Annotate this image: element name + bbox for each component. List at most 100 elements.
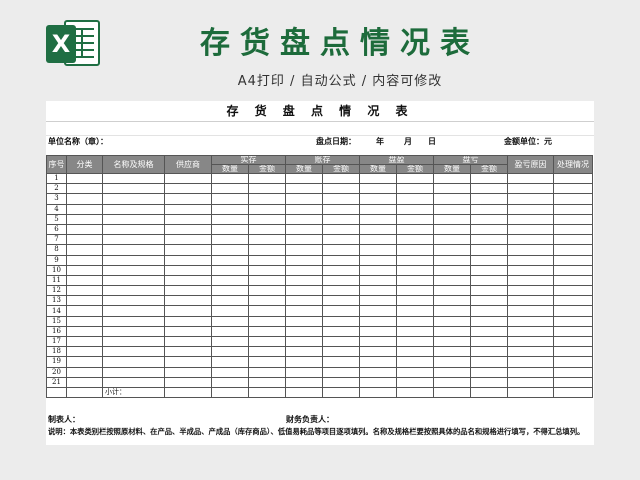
table-cell[interactable]	[396, 274, 434, 287]
table-cell[interactable]	[553, 264, 593, 276]
table-cell[interactable]	[359, 305, 397, 317]
table-cell[interactable]	[285, 264, 323, 276]
table-cell[interactable]	[248, 254, 286, 266]
table-cell[interactable]	[470, 223, 508, 236]
row-number-cell[interactable]: 5	[46, 213, 67, 225]
table-cell[interactable]	[322, 346, 360, 358]
table-cell[interactable]	[248, 203, 286, 215]
table-cell[interactable]	[66, 295, 103, 307]
table-cell[interactable]	[507, 366, 554, 378]
table-cell[interactable]	[433, 244, 471, 256]
table-cell[interactable]	[102, 325, 165, 338]
table-cell[interactable]	[66, 183, 103, 195]
table-cell[interactable]	[433, 172, 471, 185]
table-cell[interactable]	[211, 376, 249, 388]
table-cell[interactable]	[285, 244, 323, 256]
row-number-cell[interactable]: 18	[46, 346, 67, 358]
table-cell[interactable]	[507, 223, 554, 236]
table-cell[interactable]	[248, 183, 286, 195]
preparer-label[interactable]: 制表人：	[48, 414, 80, 425]
table-cell[interactable]	[285, 193, 323, 205]
row-number-cell[interactable]: 8	[46, 244, 67, 256]
table-cell[interactable]	[164, 234, 212, 246]
table-cell[interactable]	[433, 376, 471, 388]
table-cell[interactable]	[164, 346, 212, 358]
table-cell[interactable]	[248, 264, 286, 276]
table-cell[interactable]	[433, 193, 471, 205]
table-cell[interactable]	[433, 213, 471, 225]
table-cell[interactable]	[507, 234, 554, 246]
table-cell[interactable]	[396, 244, 434, 256]
table-cell[interactable]	[211, 285, 249, 297]
table-cell[interactable]	[359, 264, 397, 276]
table-cell[interactable]	[66, 285, 103, 297]
table-cell[interactable]	[66, 335, 103, 348]
table-cell[interactable]	[433, 315, 471, 327]
table-cell[interactable]	[285, 325, 323, 338]
table-cell[interactable]	[396, 325, 434, 338]
table-cell[interactable]	[359, 325, 397, 338]
table-cell[interactable]	[102, 254, 165, 266]
table-cell[interactable]	[433, 223, 471, 236]
table-cell[interactable]	[164, 193, 212, 205]
table-cell[interactable]	[102, 285, 165, 297]
table-cell[interactable]	[164, 356, 212, 368]
table-cell[interactable]	[248, 335, 286, 348]
table-cell[interactable]	[507, 335, 554, 348]
table-cell[interactable]	[164, 335, 212, 348]
table-cell[interactable]	[164, 386, 212, 399]
table-cell[interactable]	[248, 315, 286, 327]
table-cell[interactable]	[164, 315, 212, 327]
row-number-cell[interactable]: 2	[46, 183, 67, 195]
table-cell[interactable]	[433, 295, 471, 307]
table-cell[interactable]	[102, 193, 165, 205]
table-cell[interactable]	[433, 305, 471, 317]
table-cell[interactable]	[396, 264, 434, 276]
inventory-date-label[interactable]: 盘点日期：	[316, 136, 356, 147]
table-cell[interactable]	[66, 254, 103, 266]
table-cell[interactable]	[248, 346, 286, 358]
table-cell[interactable]	[322, 366, 360, 378]
table-cell[interactable]	[553, 325, 593, 338]
table-cell[interactable]	[248, 386, 286, 399]
table-cell[interactable]	[553, 244, 593, 256]
table-cell[interactable]	[553, 356, 593, 368]
header-actual-amount[interactable]: 金额	[248, 164, 286, 174]
year-label[interactable]: 年	[376, 136, 384, 147]
table-cell[interactable]	[553, 346, 593, 358]
table-cell[interactable]	[470, 193, 508, 205]
table-cell[interactable]	[66, 274, 103, 287]
table-cell[interactable]	[470, 376, 508, 388]
table-cell[interactable]	[470, 183, 508, 195]
table-cell[interactable]	[248, 213, 286, 225]
table-cell[interactable]	[164, 305, 212, 317]
header-surplus-amount[interactable]: 金额	[396, 164, 434, 174]
amount-unit-label[interactable]: 金额单位：元	[504, 136, 552, 147]
table-cell[interactable]	[507, 274, 554, 287]
table-cell[interactable]	[553, 305, 593, 317]
table-cell[interactable]	[359, 295, 397, 307]
table-cell[interactable]	[285, 234, 323, 246]
table-cell[interactable]	[396, 193, 434, 205]
row-number-cell[interactable]: 14	[46, 305, 67, 317]
table-cell[interactable]	[102, 183, 165, 195]
table-cell[interactable]	[211, 213, 249, 225]
table-cell[interactable]	[507, 213, 554, 225]
row-number-cell[interactable]: 10	[46, 264, 67, 276]
table-cell[interactable]	[285, 386, 323, 399]
table-cell[interactable]	[553, 376, 593, 388]
row-number-cell[interactable]: 16	[46, 325, 67, 338]
table-cell[interactable]	[470, 356, 508, 368]
table-cell[interactable]	[470, 305, 508, 317]
table-cell[interactable]	[507, 193, 554, 205]
header-deficit[interactable]: 盘亏	[433, 155, 508, 165]
table-cell[interactable]	[359, 183, 397, 195]
table-cell[interactable]	[470, 203, 508, 215]
table-cell[interactable]	[164, 376, 212, 388]
table-cell[interactable]	[66, 356, 103, 368]
day-label[interactable]: 日	[428, 136, 436, 147]
table-cell[interactable]	[507, 376, 554, 388]
table-cell[interactable]	[359, 366, 397, 378]
table-cell[interactable]	[211, 254, 249, 266]
table-cell[interactable]	[359, 203, 397, 215]
